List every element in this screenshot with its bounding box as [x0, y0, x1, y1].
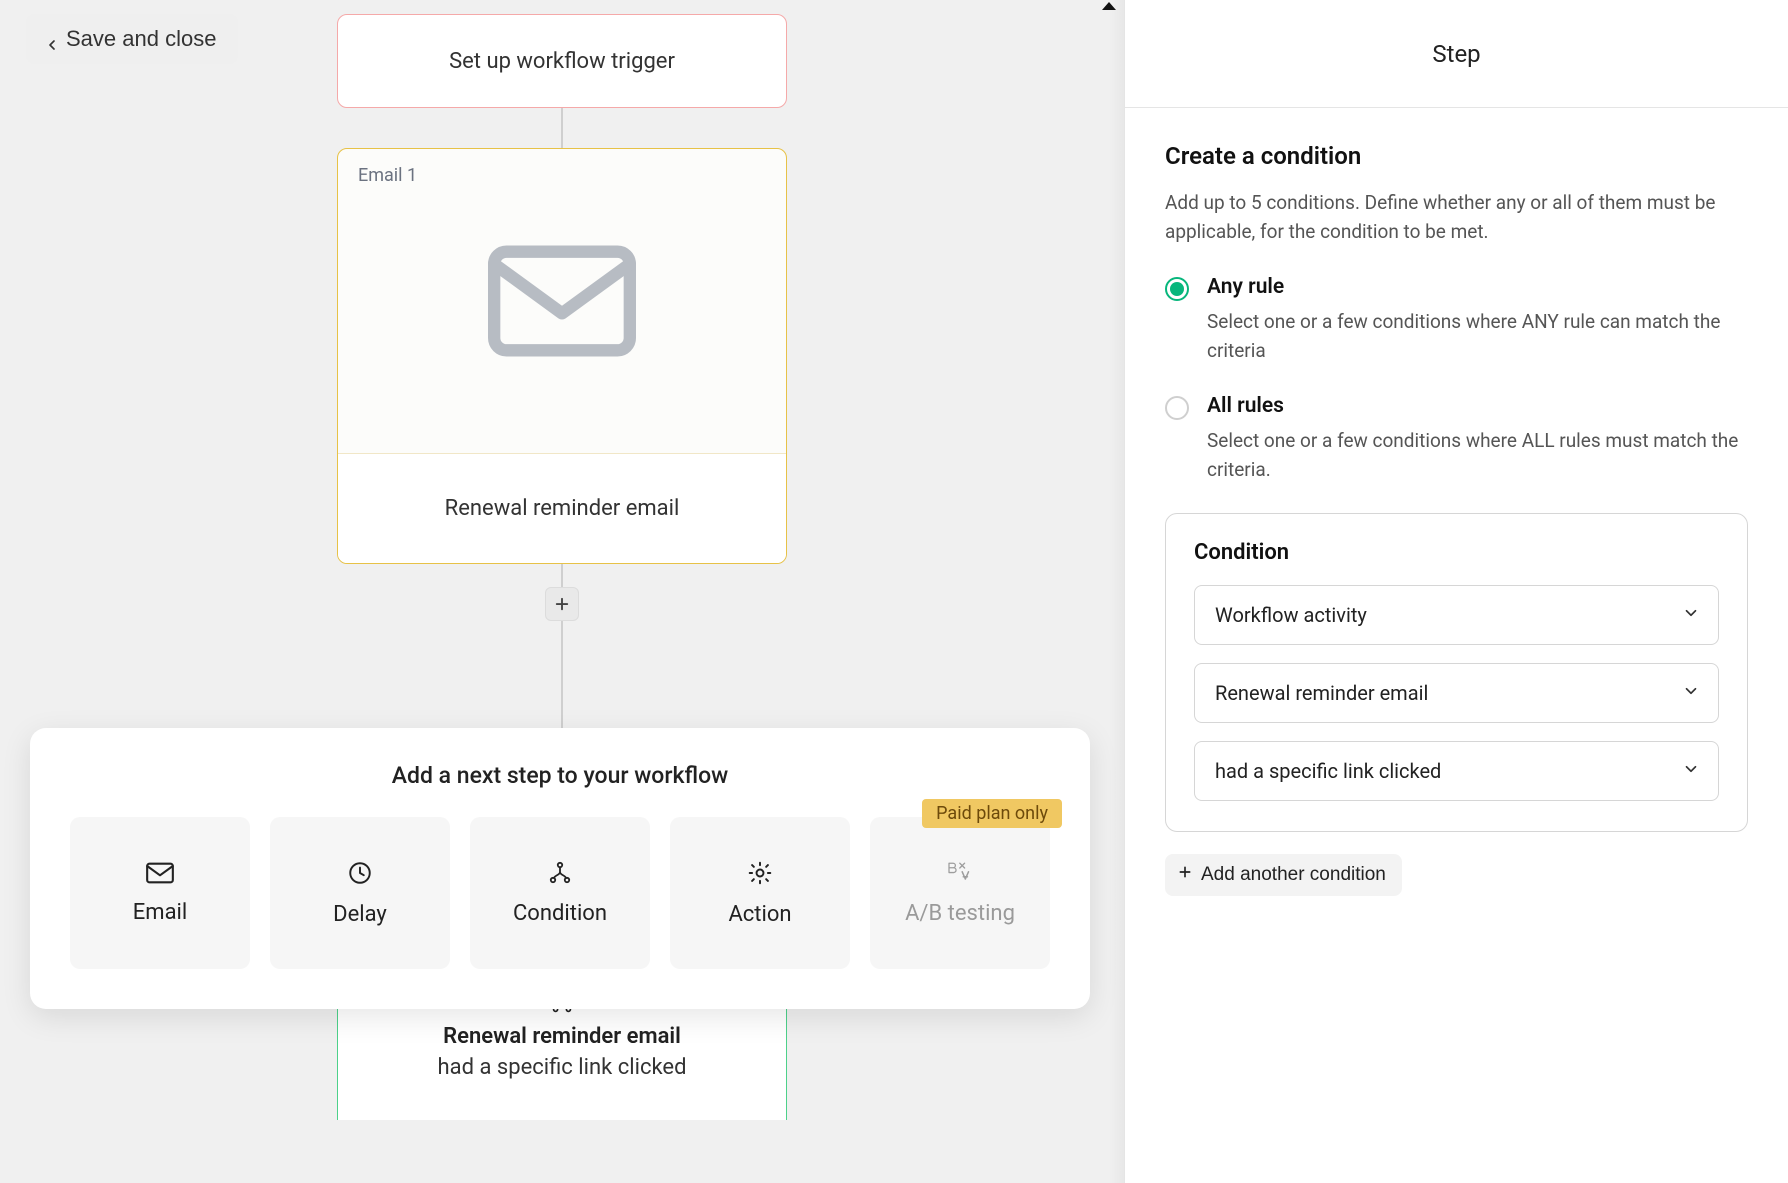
step-type-label: A/B testing	[905, 901, 1015, 926]
mail-icon	[338, 149, 786, 453]
step-type-delay[interactable]: Delay	[270, 817, 450, 969]
email-step-title: Renewal reminder email	[445, 496, 680, 521]
chevron-down-icon	[1682, 759, 1700, 783]
all-rules-option[interactable]: All rules Select one or a few conditions…	[1165, 394, 1748, 485]
email-step-node[interactable]: Email 1 Renewal reminder email	[337, 148, 787, 564]
plus-icon	[1177, 864, 1193, 886]
any-rule-desc: Select one or a few conditions where ANY…	[1207, 307, 1748, 366]
chevron-down-icon	[1682, 603, 1700, 627]
connector-line	[561, 108, 563, 148]
paid-plan-badge: Paid plan only	[922, 799, 1062, 828]
condition-box-title: Condition	[1194, 540, 1719, 565]
condition-editor-box: Condition Workflow activity Renewal remi…	[1165, 513, 1748, 832]
clock-icon	[347, 860, 373, 890]
add-step-popover: Add a next step to your workflow Email D…	[30, 728, 1090, 1009]
chevron-left-icon	[44, 33, 56, 45]
any-rule-title: Any rule	[1207, 275, 1748, 299]
step-type-condition[interactable]: Condition	[470, 817, 650, 969]
chevron-down-icon	[1682, 681, 1700, 705]
gear-icon	[747, 860, 773, 890]
condition-subject-select[interactable]: Renewal reminder email	[1194, 663, 1719, 723]
create-condition-title: Create a condition	[1165, 142, 1748, 170]
condition-predicate: had a specific link clicked	[358, 1055, 766, 1080]
condition-predicate-value: had a specific link clicked	[1215, 759, 1441, 783]
step-type-label: Email	[133, 900, 187, 925]
condition-type-value: Workflow activity	[1215, 603, 1367, 627]
save-and-close-button[interactable]: Save and close	[26, 14, 238, 64]
step-type-action[interactable]: Action	[670, 817, 850, 969]
all-rules-title: All rules	[1207, 394, 1748, 418]
condition-subject-value: Renewal reminder email	[1215, 681, 1428, 705]
workflow-trigger-label: Set up workflow trigger	[449, 49, 675, 74]
side-panel-title: Step	[1125, 0, 1788, 108]
step-type-label: Action	[728, 902, 791, 927]
ab-testing-icon	[946, 861, 974, 889]
mail-icon	[146, 862, 174, 888]
all-rules-desc: Select one or a few conditions where ALL…	[1207, 426, 1748, 485]
workflow-canvas: Save and close Set up workflow trigger E…	[0, 0, 1124, 1183]
condition-type-select[interactable]: Workflow activity	[1194, 585, 1719, 645]
add-step-button[interactable]	[545, 587, 579, 621]
condition-subject: Renewal reminder email	[358, 1024, 766, 1049]
any-rule-option[interactable]: Any rule Select one or a few conditions …	[1165, 275, 1748, 366]
condition-predicate-select[interactable]: had a specific link clicked	[1194, 741, 1719, 801]
connector-with-add	[561, 564, 563, 644]
step-type-email[interactable]: Email	[70, 817, 250, 969]
add-another-condition-button[interactable]: Add another condition	[1165, 854, 1402, 896]
add-step-popover-title: Add a next step to your workflow	[70, 762, 1050, 789]
step-type-label: Delay	[333, 902, 387, 927]
radio-icon	[1165, 396, 1189, 420]
workflow-trigger-node[interactable]: Set up workflow trigger	[337, 14, 787, 108]
create-condition-description: Add up to 5 conditions. Define whether a…	[1165, 188, 1748, 247]
radio-icon	[1165, 277, 1189, 301]
step-type-ab-testing[interactable]: Paid plan only A/B testing	[870, 817, 1050, 969]
branch-icon	[547, 861, 573, 889]
add-another-condition-label: Add another condition	[1201, 864, 1386, 886]
save-and-close-label: Save and close	[66, 26, 216, 52]
step-side-panel: Step Create a condition Add up to 5 cond…	[1124, 0, 1788, 1183]
step-type-label: Condition	[513, 901, 607, 926]
